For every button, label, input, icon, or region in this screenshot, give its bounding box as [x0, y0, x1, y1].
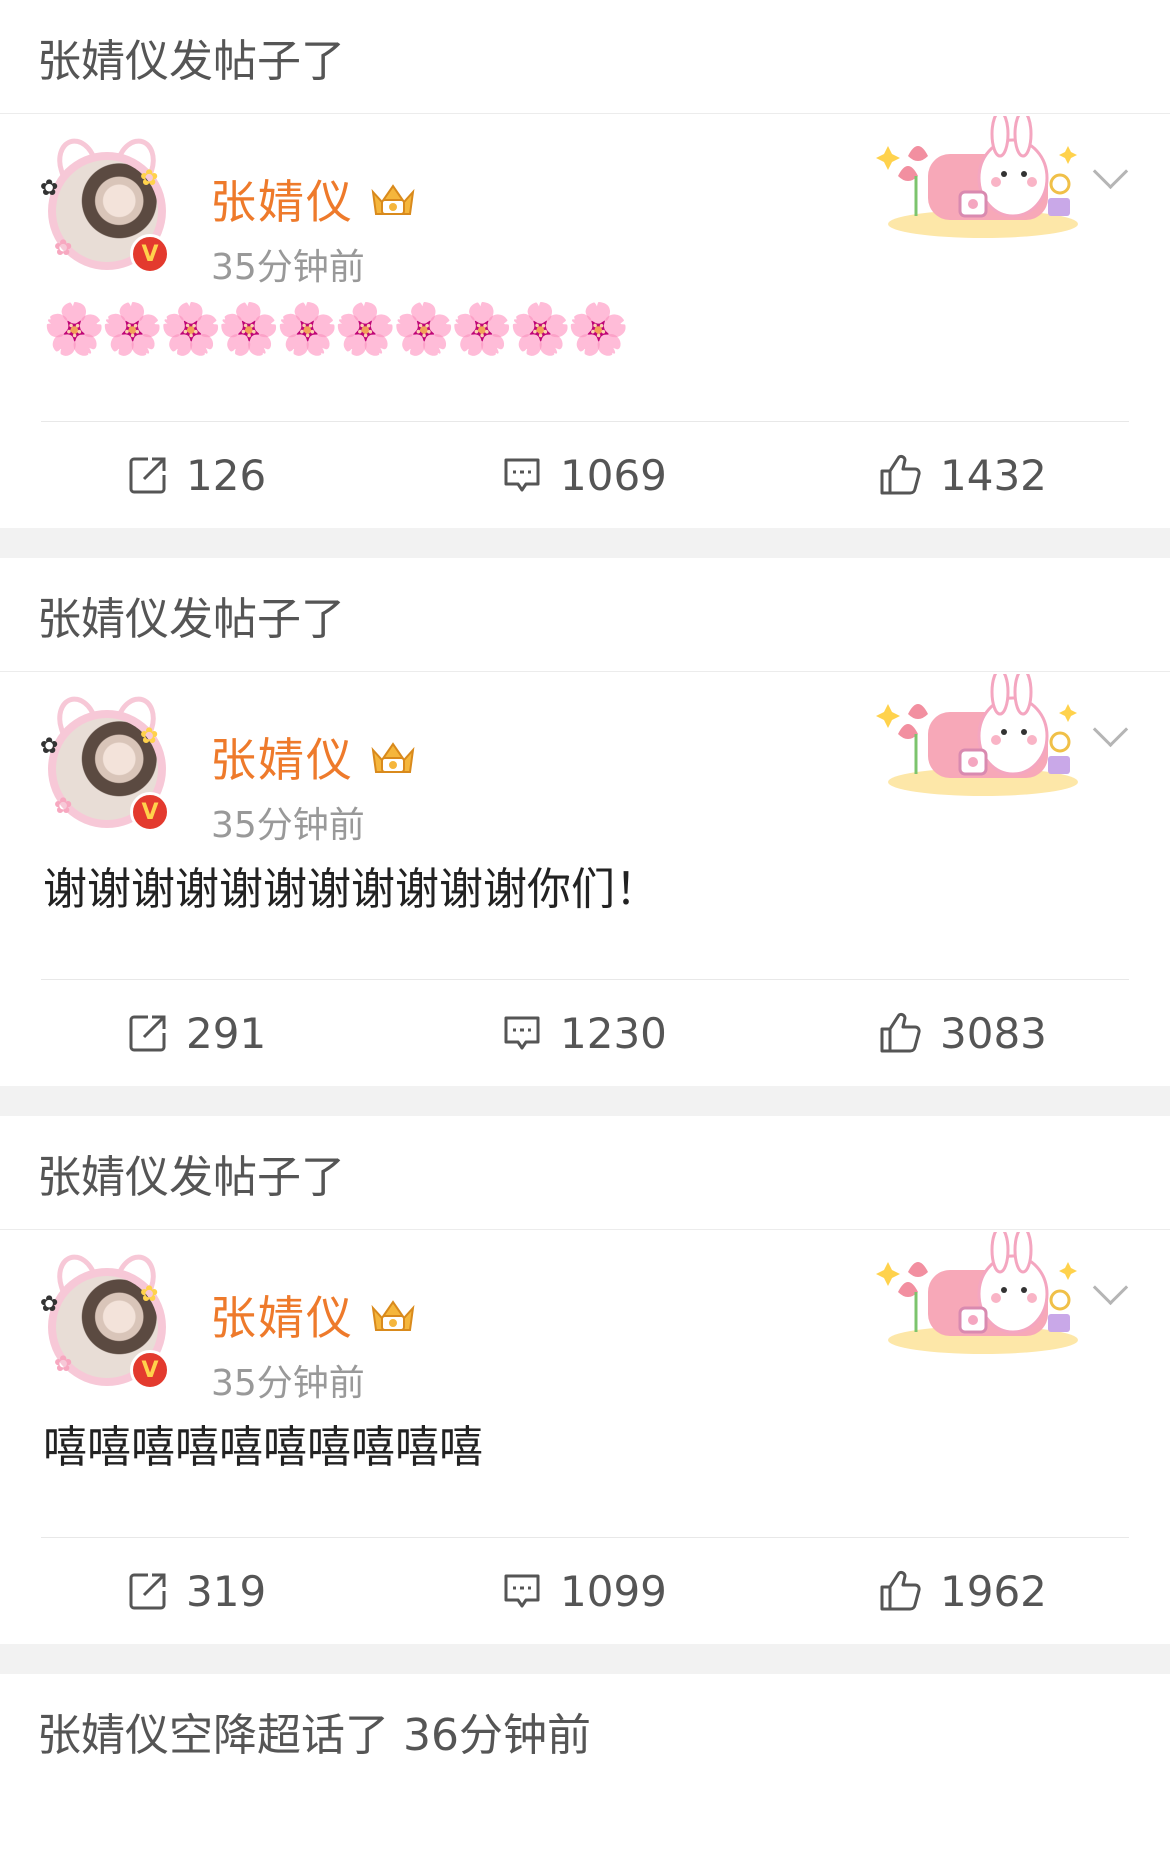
post-time: 35分钟前	[211, 247, 365, 288]
post-actions: 319 1099 1962	[0, 1538, 1170, 1644]
feed-item-header: 张婧仪空降超话了 36分钟前	[37, 1709, 591, 1761]
post-card[interactable]: 张婧仪发帖子了 ✿ ✿ ✿ V 张婧仪 35分钟前	[0, 0, 1170, 528]
post-card-header: 张婧仪发帖子了	[0, 558, 1170, 672]
like-count: 1432	[940, 450, 1047, 500]
post-card-header: 张婧仪发帖子了	[0, 1116, 1170, 1230]
post-time: 35分钟前	[211, 805, 365, 846]
frame-flower-icon: ✿	[140, 1282, 159, 1307]
username[interactable]: 张婧仪	[210, 1282, 418, 1348]
repost-button[interactable]: 319	[128, 1538, 266, 1644]
crown-badge-icon	[371, 1300, 415, 1331]
username[interactable]: 张婧仪	[210, 166, 418, 232]
post-body: ✿ ✿ ✿ V 张婧仪 35分钟前	[0, 114, 1170, 528]
like-button[interactable]: 1962	[878, 1538, 1047, 1644]
username-text: 张婧仪	[210, 733, 354, 787]
like-count: 3083	[940, 1008, 1047, 1058]
repost-button[interactable]: 126	[128, 422, 266, 528]
comment-button[interactable]: 1069	[502, 422, 667, 528]
comment-count: 1069	[560, 450, 667, 500]
verified-badge: V	[130, 234, 170, 274]
post-card[interactable]: 张婧仪发帖子了 ✿ ✿ ✿ V 张婧仪 35分钟前	[0, 558, 1170, 1086]
repost-icon	[129, 457, 166, 494]
like-count: 1962	[940, 1566, 1047, 1616]
avatar[interactable]: ✿ ✿ ✿ V	[40, 691, 173, 832]
verified-badge: V	[130, 1350, 170, 1390]
verified-badge: V	[130, 792, 170, 832]
post-body: ✿ ✿ ✿ V 张婧仪 35分钟前	[0, 672, 1170, 1086]
comment-button[interactable]: 1230	[502, 980, 667, 1086]
username-text: 张婧仪	[210, 1291, 354, 1345]
comment-icon	[504, 458, 540, 492]
decoration-bunny-sticker	[876, 116, 1078, 238]
thumbs-up-icon	[880, 1570, 921, 1611]
feed: 张婧仪发帖子了 ✿ ✿ ✿ V 张婧仪 35分钟前 🌸🌸🌸🌸🌸🌸🌸🌸🌸🌸 126…	[0, 0, 1170, 1644]
thumbs-up-icon	[880, 1012, 921, 1053]
frame-flower-icon: ✿	[140, 724, 159, 749]
like-button[interactable]: 3083	[878, 980, 1047, 1086]
feed-item-superchat[interactable]: 张婧仪空降超话了 36分钟前	[0, 1674, 1170, 1874]
repost-button[interactable]: 291	[128, 980, 266, 1086]
chevron-down-icon[interactable]	[1092, 153, 1129, 190]
post-card[interactable]: 张婧仪发帖子了 ✿ ✿ ✿ V 张婧仪 35分钟前	[0, 1116, 1170, 1644]
post-content: 嘻嘻嘻嘻嘻嘻嘻嘻嘻嘻	[43, 1422, 483, 1473]
frame-flower-icon: ✿	[40, 176, 59, 201]
post-card-title: 张婧仪发帖子了	[37, 593, 345, 645]
crown-badge-icon	[371, 742, 415, 773]
chevron-down-icon[interactable]	[1092, 711, 1129, 748]
repost-icon	[129, 1015, 166, 1052]
post-time: 35分钟前	[211, 1363, 365, 1404]
frame-flower-icon: ✿	[54, 1352, 73, 1377]
frame-flower-icon: ✿	[54, 794, 73, 819]
thumbs-up-icon	[880, 454, 921, 495]
chevron-down-icon[interactable]	[1092, 1269, 1129, 1306]
comment-count: 1099	[560, 1566, 667, 1616]
comment-count: 1230	[560, 1008, 667, 1058]
post-card-header: 张婧仪发帖子了	[0, 0, 1170, 114]
decoration-bunny-sticker	[876, 674, 1078, 796]
frame-flower-icon: ✿	[40, 734, 59, 759]
frame-flower-icon: ✿	[54, 236, 73, 261]
frame-flower-icon: ✿	[140, 166, 159, 191]
avatar[interactable]: ✿ ✿ ✿ V	[40, 133, 173, 274]
post-card-title: 张婧仪发帖子了	[37, 35, 345, 87]
decoration-bunny-sticker	[876, 1232, 1078, 1354]
comment-icon	[504, 1574, 540, 1608]
post-body: ✿ ✿ ✿ V 张婧仪 35分钟前	[0, 1230, 1170, 1644]
post-content: 🌸🌸🌸🌸🌸🌸🌸🌸🌸🌸	[43, 300, 630, 358]
repost-count: 126	[186, 450, 267, 500]
repost-icon	[129, 1573, 166, 1610]
post-actions: 126 1069 1432	[0, 422, 1170, 528]
post-actions: 291 1230 3083	[0, 980, 1170, 1086]
username[interactable]: 张婧仪	[210, 724, 418, 790]
post-content: 谢谢谢谢谢谢谢谢谢谢谢你们！	[43, 864, 659, 915]
frame-flower-icon: ✿	[40, 1292, 59, 1317]
crown-badge-icon	[371, 184, 415, 215]
post-card-title: 张婧仪发帖子了	[37, 1151, 345, 1203]
username-text: 张婧仪	[210, 175, 354, 229]
repost-count: 291	[186, 1008, 267, 1058]
comment-button[interactable]: 1099	[502, 1538, 667, 1644]
comment-icon	[504, 1016, 540, 1050]
avatar[interactable]: ✿ ✿ ✿ V	[40, 1249, 173, 1390]
like-button[interactable]: 1432	[878, 422, 1047, 528]
repost-count: 319	[186, 1566, 267, 1616]
